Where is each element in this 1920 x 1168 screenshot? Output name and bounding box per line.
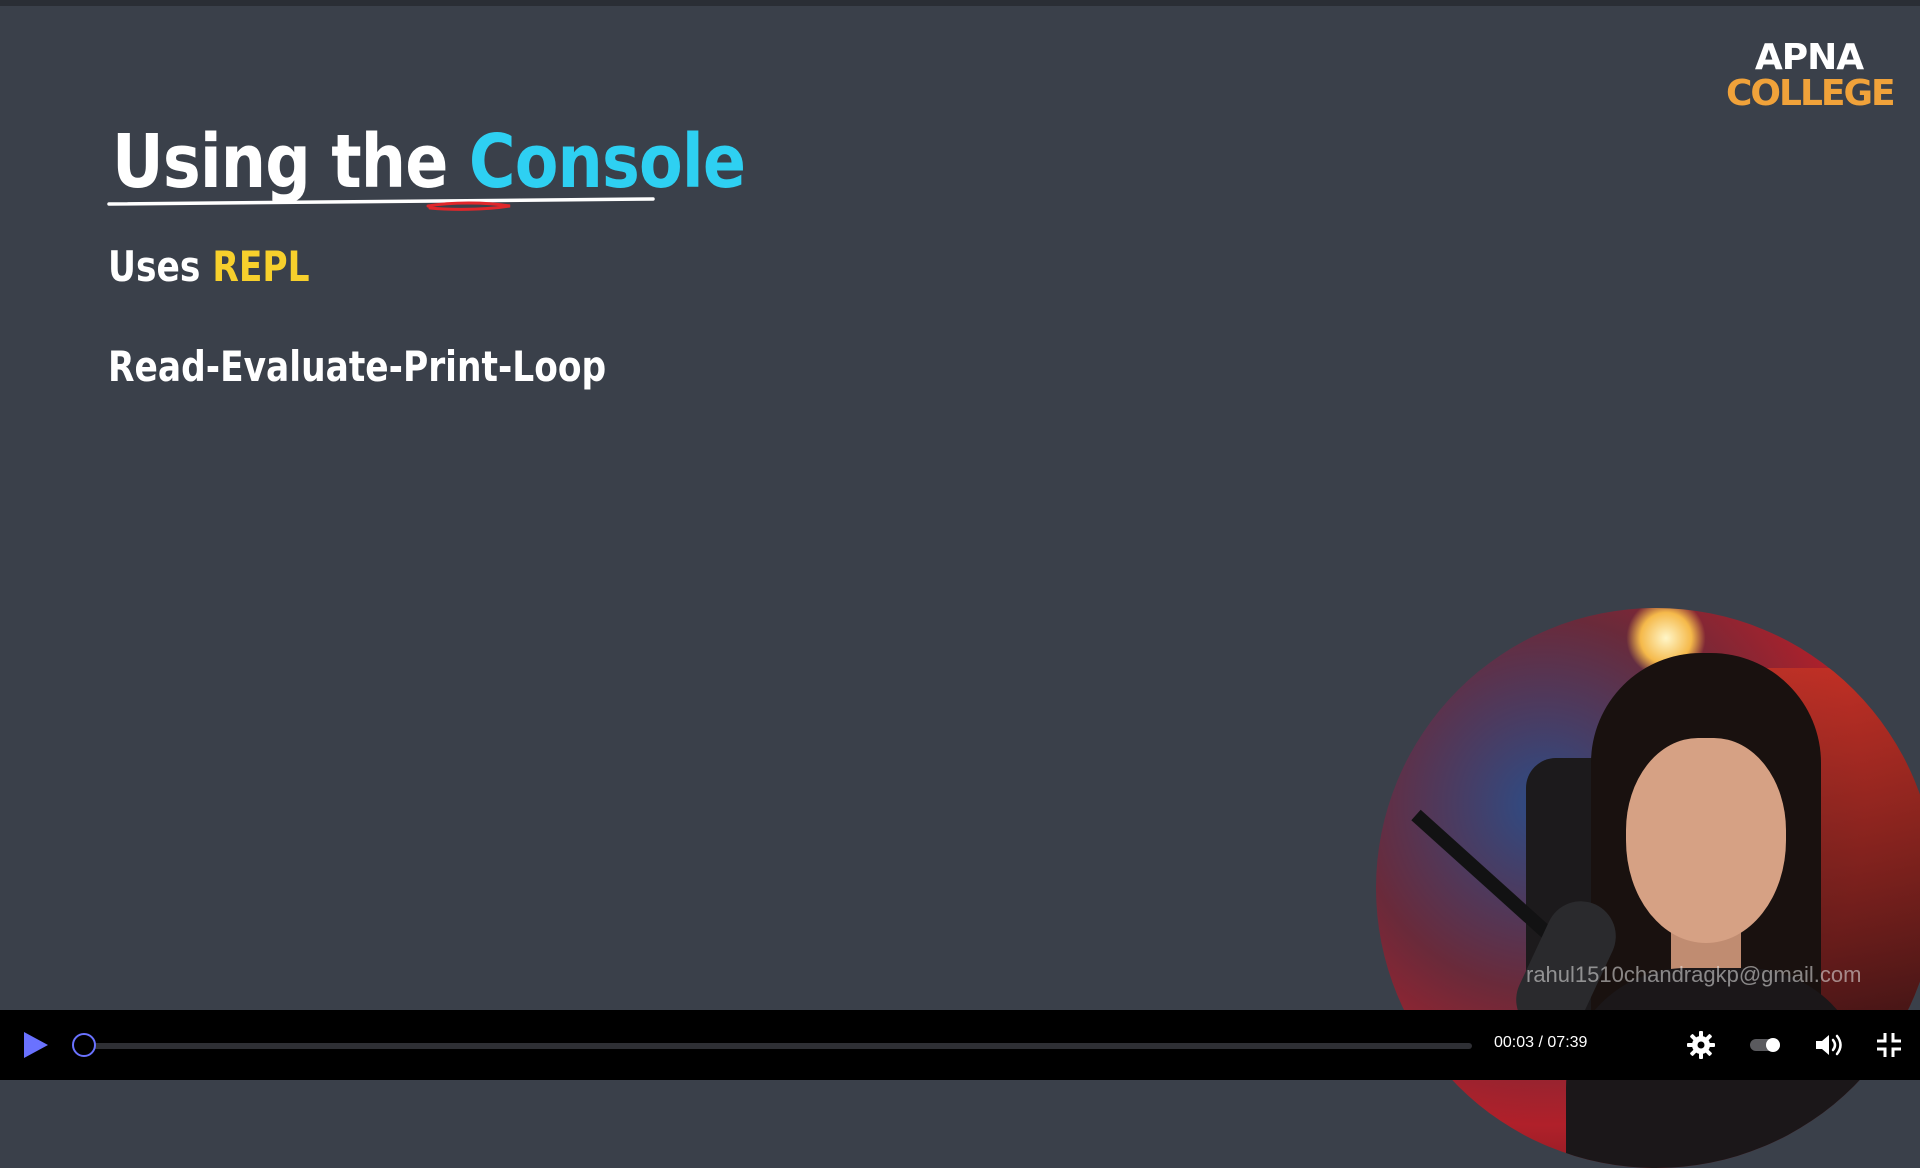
time-separator: / [1538,1034,1543,1051]
duration: 07:39 [1547,1034,1588,1051]
video-controls-bar: 00:03 / 07:39 [0,1010,1920,1080]
logo-line-apna: APNA [1754,37,1864,78]
volume-icon[interactable] [1812,1028,1846,1062]
time-display: 00:03 / 07:39 [1494,1034,1587,1052]
title-underline [107,197,655,211]
progress-scrubber[interactable] [72,1033,96,1057]
presenter-webcam [1376,608,1920,1168]
gear-icon[interactable] [1684,1028,1718,1062]
presenter-face [1626,738,1786,943]
slide-line1-prefix: Uses [108,242,201,291]
logo-line-college: COLLEGE [1726,73,1896,114]
play-icon[interactable] [18,1028,52,1062]
slide-title-prefix: Using the [112,119,448,205]
exit-fullscreen-icon[interactable] [1872,1028,1906,1062]
slide-line1-highlight: REPL [212,242,310,291]
apna-college-logo: APNA COLLEGE [1726,37,1896,114]
current-time: 00:03 [1494,1034,1535,1051]
slide-title: Using the Console [112,118,746,206]
slide-line-repl-expansion: Read-Evaluate-Print-Loop [108,342,607,391]
slide-title-highlight: Console [468,119,746,205]
progress-bar[interactable] [78,1043,1472,1049]
slide-line-uses-repl: Uses REPL [108,242,310,292]
email-watermark: rahul1510chandragkp@gmail.com [1526,962,1862,987]
toggle-icon[interactable] [1748,1028,1782,1062]
